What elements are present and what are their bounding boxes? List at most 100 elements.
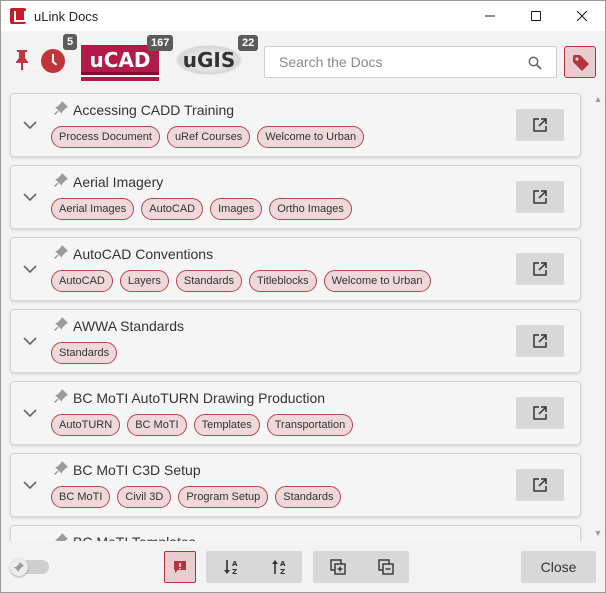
pinned-filter-button[interactable] (13, 49, 31, 71)
scroll-up-icon[interactable]: ▲ (593, 94, 603, 104)
close-button[interactable]: Close (521, 551, 596, 583)
tag-chip[interactable]: BC MoTI (51, 486, 111, 508)
chevron-down-icon[interactable] (23, 336, 37, 346)
pin-toggle[interactable] (10, 558, 49, 576)
tag-chip[interactable]: Standards (51, 342, 118, 364)
header-toolbar: 5 uCAD 167 uGIS 22 (1, 31, 605, 91)
tag-chip[interactable]: Standards (175, 270, 243, 292)
document-title: Aerial Imagery (73, 174, 164, 190)
tag-chip[interactable]: Standards (275, 486, 342, 508)
tag-chip[interactable]: uRef Courses (166, 126, 251, 148)
open-external-icon (533, 262, 547, 276)
sort-descending-button[interactable]: A Z (254, 551, 302, 583)
tag-list: Standards (51, 342, 118, 364)
tag-chip[interactable]: AutoTURN (51, 414, 121, 436)
pin-icon[interactable] (54, 317, 68, 331)
svg-text:Z: Z (232, 568, 237, 575)
scroll-down-icon[interactable]: ▼ (593, 528, 603, 538)
title-bar: uLink Docs (1, 1, 605, 31)
tag-list: BC MoTI Civil 3D Program Setup Standards (51, 486, 342, 508)
tag-chip[interactable]: AutoCAD (141, 198, 204, 220)
sort-ascending-button[interactable]: A Z (206, 551, 254, 583)
tag-chip[interactable]: Templates (193, 414, 260, 436)
chevron-down-icon[interactable] (23, 480, 37, 490)
tag-chip[interactable]: Civil 3D (117, 486, 172, 508)
open-external-icon (533, 334, 547, 348)
minimize-button[interactable] (467, 1, 513, 31)
pinned-count-badge: 5 (63, 34, 78, 50)
search-icon[interactable] (528, 56, 542, 70)
collapse-all-button[interactable] (361, 551, 409, 583)
chevron-down-icon[interactable] (23, 408, 37, 418)
pin-icon[interactable] (54, 461, 68, 475)
tag-chip[interactable]: BC MoTI (127, 414, 187, 436)
tag-filter-button[interactable] (564, 46, 596, 78)
chevron-down-icon[interactable] (23, 120, 37, 130)
tag-chip[interactable]: Layers (119, 270, 169, 292)
search-input[interactable] (265, 47, 525, 77)
pin-icon (16, 50, 28, 70)
list-scrollbar[interactable]: ▲ ▼ (591, 91, 605, 541)
app-logo-icon (10, 8, 26, 24)
document-title: BC MoTI Templates (73, 534, 196, 541)
close-icon (577, 11, 587, 21)
expand-all-icon (330, 559, 346, 575)
tag-chip[interactable]: Process Document (51, 126, 160, 148)
expand-all-button[interactable] (313, 551, 361, 583)
document-list: Accessing CADD Training Process Document u… (1, 91, 591, 541)
recent-filter-button[interactable] (41, 49, 65, 73)
expand-collapse-group (313, 551, 409, 583)
sort-button-group: A Z A Z (206, 551, 302, 583)
toggle-knob (10, 558, 28, 576)
window-title: uLink Docs (34, 8, 99, 24)
open-document-button[interactable] (516, 325, 564, 357)
chevron-down-icon[interactable] (23, 264, 37, 274)
tag-chip[interactable]: Welcome to Urban (323, 270, 431, 292)
close-window-button[interactable] (559, 1, 605, 31)
minimize-icon (485, 15, 495, 17)
document-title: Accessing CADD Training (73, 102, 235, 118)
pin-icon[interactable] (54, 533, 68, 541)
document-title: AutoCAD Conventions (73, 246, 214, 262)
svg-text:A: A (280, 560, 286, 568)
pin-icon[interactable] (54, 173, 68, 187)
tag-chip[interactable]: Titleblocks (249, 270, 317, 292)
open-external-icon (533, 478, 547, 492)
document-card[interactable]: AutoCAD Conventions AutoCAD Layers Standard… (10, 237, 581, 301)
document-title: BC MoTI AutoTURN Drawing Production (73, 390, 326, 406)
document-card[interactable]: BC MoTI C3D Setup BC MoTI Civil 3D Program … (10, 453, 581, 517)
open-document-button[interactable] (516, 181, 564, 213)
tag-chip[interactable]: Ortho Images (269, 198, 352, 220)
open-document-button[interactable] (516, 469, 564, 501)
pin-icon[interactable] (54, 389, 68, 403)
open-document-button[interactable] (516, 397, 564, 429)
open-external-icon (533, 406, 547, 420)
maximize-icon (531, 11, 541, 21)
window-controls (467, 1, 605, 31)
tag-chip[interactable]: Program Setup (178, 486, 269, 508)
document-card[interactable]: Aerial Imagery Aerial Images AutoCAD Images… (10, 165, 581, 229)
collapse-all-icon (378, 559, 394, 575)
chevron-down-icon[interactable] (23, 192, 37, 202)
tag-chip[interactable]: AutoCAD (51, 270, 113, 292)
document-card[interactable]: BC MoTI Templates (10, 525, 581, 541)
search-box (264, 46, 557, 78)
pin-icon[interactable] (54, 101, 68, 115)
tag-chip[interactable]: Aerial Images (51, 198, 135, 220)
document-card[interactable]: BC MoTI AutoTURN Drawing Production AutoT… (10, 381, 581, 445)
maximize-button[interactable] (513, 1, 559, 31)
tag-chip[interactable]: Images (210, 198, 263, 220)
open-document-button[interactable] (516, 253, 564, 285)
document-card[interactable]: AWWA Standards Standards (10, 309, 581, 373)
tag-chip[interactable]: Welcome to Urban (257, 126, 365, 148)
tag-list: AutoTURN BC MoTI Templates Transportation (51, 414, 354, 436)
feedback-button[interactable] (164, 551, 196, 583)
tab-ugis[interactable]: uGIS (176, 45, 242, 75)
ugis-count-badge: 22 (238, 35, 259, 51)
tag-chip[interactable]: Transportation (266, 414, 354, 436)
sort-ascending-icon: A Z (224, 560, 238, 575)
footer-toolbar: A Z A Z Close (1, 541, 605, 593)
pin-icon[interactable] (54, 245, 68, 259)
open-document-button[interactable] (516, 109, 564, 141)
document-card[interactable]: Accessing CADD Training Process Document u… (10, 93, 581, 157)
